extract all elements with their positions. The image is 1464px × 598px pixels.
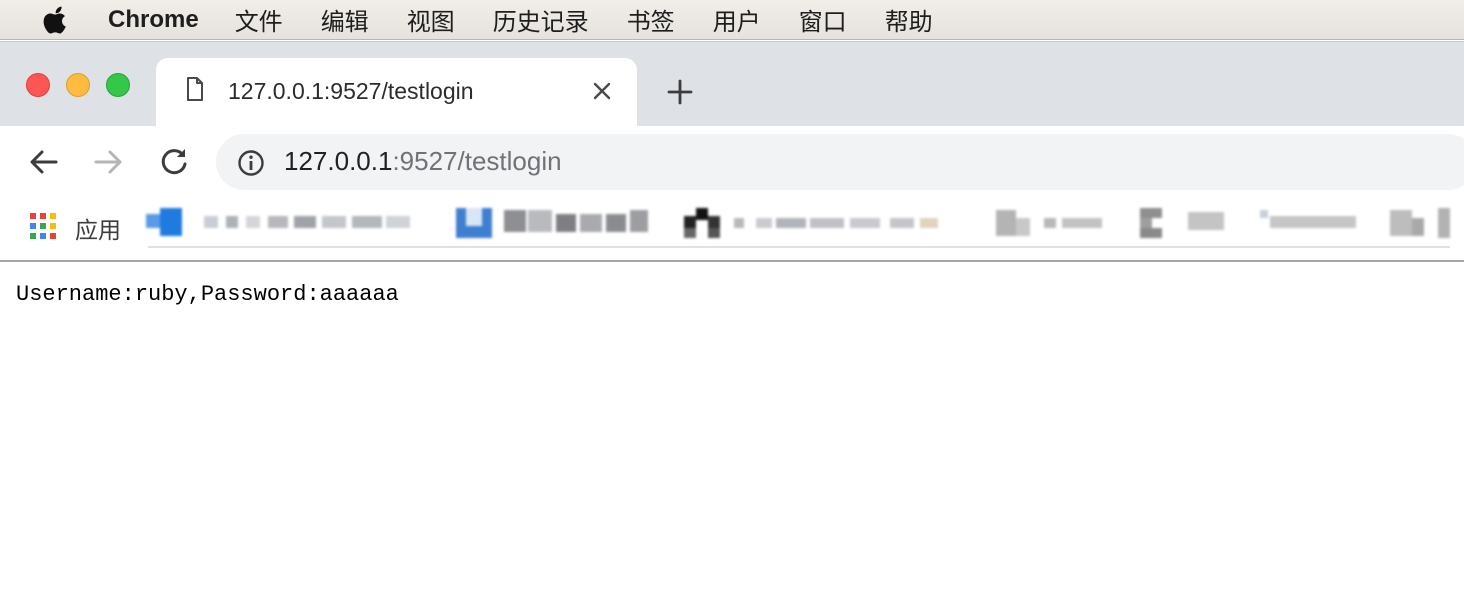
bookmarks-bar-underline <box>148 246 1450 248</box>
bookmark-item-3[interactable] <box>684 204 944 240</box>
info-icon[interactable] <box>236 148 266 178</box>
window-maximize-button[interactable] <box>106 73 130 97</box>
bookmark-item-2[interactable] <box>456 204 656 240</box>
menu-history[interactable]: 历史记录 <box>493 2 589 37</box>
menu-app-name[interactable]: Chrome <box>108 6 199 34</box>
page-body-text: Username:ruby,Password:aaaaaa <box>16 282 399 307</box>
back-arrow-icon[interactable] <box>26 144 62 180</box>
address-bar[interactable]: 127.0.0.1:9527/testlogin <box>216 134 1464 190</box>
window-minimize-button[interactable] <box>66 73 90 97</box>
new-tab-plus-icon[interactable] <box>664 76 696 108</box>
bookmark-item-1[interactable] <box>146 204 416 240</box>
address-url[interactable]: 127.0.0.1:9527/testlogin <box>284 146 562 177</box>
tab-strip: 127.0.0.1:9527/testlogin <box>0 41 1464 127</box>
tab-close-icon[interactable] <box>590 79 614 103</box>
menu-window[interactable]: 窗口 <box>799 2 847 37</box>
reload-icon[interactable] <box>156 144 192 180</box>
menu-help[interactable]: 帮助 <box>885 2 933 37</box>
bookmark-item-5[interactable] <box>1140 204 1360 240</box>
apps-grid-icon[interactable] <box>30 213 57 240</box>
apple-logo-icon[interactable] <box>42 4 70 36</box>
menu-edit[interactable]: 编辑 <box>321 2 369 37</box>
url-path: :9527/testlogin <box>392 146 562 176</box>
window-close-button[interactable] <box>26 73 50 97</box>
browser-toolbar: 127.0.0.1:9527/testlogin <box>0 126 1464 198</box>
macos-menu-bar: Chrome 文件 编辑 视图 历史记录 书签 用户 窗口 帮助 <box>0 0 1464 40</box>
bookmarks-bar: 应用 <box>0 198 1464 260</box>
document-icon <box>187 77 203 101</box>
apps-label[interactable]: 应用 <box>75 211 121 245</box>
forward-arrow-icon[interactable] <box>90 144 126 180</box>
active-tab[interactable]: 127.0.0.1:9527/testlogin <box>156 58 637 127</box>
tab-title: 127.0.0.1:9527/testlogin <box>228 78 474 104</box>
bookmark-item-6[interactable] <box>1390 204 1450 240</box>
bookmark-item-4[interactable] <box>996 204 1112 240</box>
menu-people[interactable]: 用户 <box>713 2 761 37</box>
menu-bookmarks[interactable]: 书签 <box>627 2 675 37</box>
url-host: 127.0.0.1 <box>284 146 393 176</box>
menu-view[interactable]: 视图 <box>407 2 455 37</box>
toolbar-divider <box>0 260 1464 262</box>
menu-file[interactable]: 文件 <box>235 2 283 37</box>
